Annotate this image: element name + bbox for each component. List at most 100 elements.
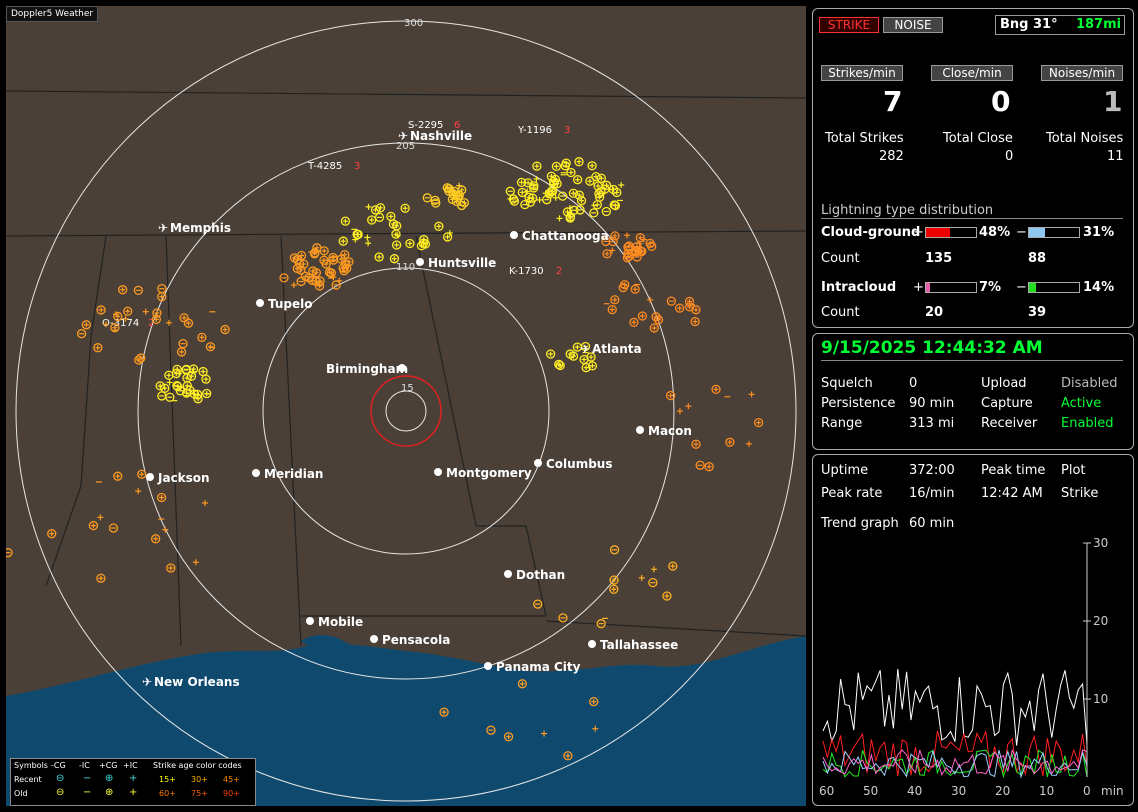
strike-marker (374, 212, 385, 223)
storm-count: 3 (354, 161, 360, 172)
old-neg-cg-icon: ⊖ (56, 787, 65, 798)
trend-graph: 30 20 10 60 50 40 30 20 10 0 min (819, 536, 1124, 798)
city-marker: Tupelo (256, 297, 313, 311)
y-tick-label: 10 (1093, 692, 1108, 706)
cg-pos-pct: 48% (979, 225, 1011, 240)
strike-marker (690, 316, 700, 327)
uptime-value: 372:00 (909, 463, 955, 478)
strike-marker (165, 392, 175, 402)
ic-count-label: Count (821, 305, 860, 320)
city-marker: Tallahassee (588, 638, 678, 652)
plot-value[interactable]: Strike (1061, 486, 1098, 501)
strike-marker (711, 384, 721, 395)
strike-marker (695, 460, 705, 470)
capture-value[interactable]: Active (1061, 396, 1101, 411)
x-unit-label: min (1101, 784, 1124, 798)
strike-marker (585, 176, 595, 186)
strike-marker (558, 613, 568, 623)
strike-marker (135, 488, 142, 495)
peak-time-value: 12:42 AM (981, 486, 1043, 501)
strike-marker (674, 303, 685, 313)
capture-label: Capture (981, 396, 1033, 411)
strike-marker (609, 545, 620, 555)
strike-marker (391, 240, 402, 250)
city-label: Columbus (546, 457, 613, 471)
strike-marker (166, 319, 173, 326)
strike-marker (197, 332, 207, 343)
ic-neg-fill (1029, 283, 1036, 292)
strike-marker (88, 520, 99, 531)
strike-marker (182, 373, 192, 383)
city-marker: ✈ Nashville (398, 129, 472, 143)
squelch-value[interactable]: 0 (909, 376, 917, 391)
strike-marker (666, 296, 677, 306)
close-per-min-label[interactable]: Close/min (931, 65, 1013, 81)
squelch-label: Squelch (821, 376, 873, 391)
upload-value[interactable]: Disabled (1061, 376, 1117, 391)
city-marker: Pensacola (370, 633, 450, 647)
storm-label: T-4285 (307, 161, 342, 172)
legend-old-label: Old (14, 789, 28, 798)
x-tick-label: 30 (951, 784, 966, 798)
strikes-per-min-label[interactable]: Strikes/min (821, 65, 903, 81)
city-label: Atlanta (592, 342, 642, 356)
receiver-label: Receiver (981, 416, 1038, 431)
noise-button[interactable]: NOISE (883, 17, 943, 33)
strike-marker (505, 186, 515, 196)
receiver-value[interactable]: Enabled (1061, 416, 1114, 431)
strike-marker (630, 284, 640, 294)
storm-label: Y-1196 (517, 125, 552, 136)
strike-button[interactable]: STRIKE (819, 17, 879, 33)
range-value[interactable]: 313 mi (909, 416, 954, 431)
lightning-map[interactable]: 300 205 110 15 S-2295 6 Y-1196 3 T-4285 … (6, 6, 806, 806)
strike-marker (587, 161, 597, 171)
settings-panel: 9/15/2025 12:44:32 AM Squelch 0 Persiste… (812, 333, 1134, 450)
strike-marker (668, 561, 678, 571)
datetime: 9/15/2025 12:44:32 AM (821, 338, 1043, 358)
strike-marker (365, 203, 372, 210)
symbol-legend: Symbols -CG -IC +CG +IC Strike age color… (10, 758, 256, 806)
trend-label: Trend graph (821, 516, 899, 531)
cg-neg-pct: 31% (1083, 225, 1115, 240)
total-close-value: 0 (1005, 149, 1014, 164)
legend-header: -CG (51, 761, 66, 770)
strike-marker (137, 469, 147, 479)
strike-marker (113, 471, 123, 481)
strike-marker (279, 273, 289, 283)
recent-pos-ic-icon: + (129, 773, 138, 784)
city-label: Memphis (170, 221, 231, 235)
strike-marker (202, 499, 209, 506)
city-marker: Birmingham (326, 362, 408, 376)
age-45: 45+ (223, 775, 240, 784)
strike-marker (118, 285, 128, 295)
city-label: Chattanooga (522, 229, 609, 243)
ic-label: Intracloud (821, 280, 897, 295)
legend-recent-label: Recent (14, 775, 42, 784)
strike-marker (691, 439, 701, 449)
city-label: Montgomery (446, 466, 532, 480)
city-label: New Orleans (154, 675, 240, 689)
strike-marker (579, 354, 589, 365)
noises-per-min-label[interactable]: Noises/min (1041, 65, 1123, 81)
ic-pos-pct: 7% (979, 280, 1002, 295)
city-marker: ✈ Memphis (158, 221, 231, 235)
city-label: Birmingham (326, 362, 408, 376)
strike-marker (556, 215, 563, 222)
cg-label: Cloud-ground (821, 225, 921, 240)
upload-label: Upload (981, 376, 1027, 391)
strike-marker (536, 196, 543, 203)
trend-window[interactable]: 60 min (909, 516, 954, 531)
cg-neg-bar (1028, 227, 1080, 238)
strike-marker (198, 366, 208, 377)
airport-icon: ✈ (158, 221, 168, 235)
legend-header: -IC (79, 761, 90, 770)
strike-marker (375, 203, 386, 213)
strike-marker (176, 347, 187, 357)
strike-marker (685, 403, 692, 410)
strike-marker (340, 216, 351, 226)
strike-marker (370, 205, 381, 215)
x-tick-label: 10 (1039, 784, 1054, 798)
airport-icon: ✈ (398, 129, 408, 143)
city-dot (146, 473, 154, 481)
persistence-value[interactable]: 90 min (909, 396, 954, 411)
